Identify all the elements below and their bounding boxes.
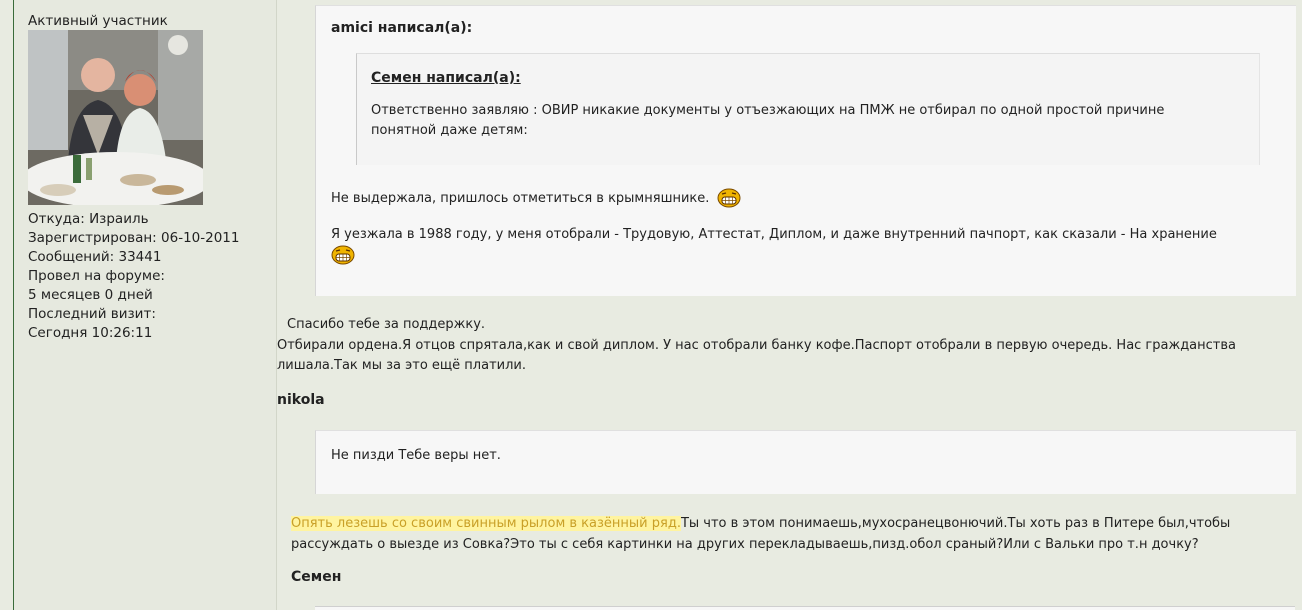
- reply-text: Опять лезешь со своим свинным рылом в ка…: [291, 513, 1291, 555]
- user-rank: Активный участник: [28, 13, 168, 29]
- author-name: nikola: [277, 392, 325, 408]
- user-profile-panel: Активный участник Откуда: Израиль Зареги…: [14, 0, 277, 610]
- quote-author: amici написал(а):: [331, 20, 473, 36]
- forum-page: Активный участник Откуда: Израиль Зареги…: [0, 0, 1302, 610]
- time-on-forum-label: Провел на форуме:: [28, 268, 165, 284]
- reply-text: Спасибо тебе за поддержку. Отбирали орде…: [277, 315, 1299, 377]
- quote-paragraph: Я уезжала в 1988 году, у меня отобрали -…: [331, 225, 1281, 266]
- highlighted-text: Опять лезешь со своим свинным рылом в ка…: [291, 516, 681, 531]
- last-visit-label: Последний визит:: [28, 306, 156, 322]
- nested-quote-block: Семен написал(а): Ответственно заявляю :…: [356, 53, 1260, 165]
- avatar[interactable]: [28, 30, 203, 205]
- quote-block-edge: [315, 606, 1295, 610]
- laughing-smiley-icon: [717, 188, 741, 208]
- time-on-forum-value: 5 месяцев 0 дней: [28, 287, 153, 303]
- nested-quote-text: Ответственно заявляю : ОВИР никакие доку…: [371, 103, 1165, 138]
- user-location: Откуда: Израиль: [28, 211, 149, 227]
- quote-line: Не выдержала, пришлось отметиться в крым…: [331, 188, 741, 208]
- laughing-smiley-icon: [331, 245, 355, 265]
- quote-text: Не пизди Тебе веры нет.: [331, 448, 501, 463]
- quote-line-text: Не выдержала, пришлось отметиться в крым…: [331, 190, 710, 206]
- last-visit-value: Сегодня 10:26:11: [28, 325, 153, 341]
- user-registered: Зарегистрирован: 06-10-2011: [28, 230, 240, 246]
- quote-block: amici написал(а): Семен написал(а): Отве…: [315, 5, 1296, 296]
- nested-quote-author: Семен написал(а):: [371, 70, 521, 86]
- author-name: Семен: [291, 569, 342, 585]
- reply-paragraph: Отбирали ордена.Я отцов спрятала,как и с…: [277, 337, 1236, 374]
- post-content: amici написал(а): Семен написал(а): Отве…: [277, 0, 1302, 610]
- user-messages: Сообщений: 33441: [28, 249, 162, 265]
- user-info: Откуда: Израиль Зарегистрирован: 06-10-2…: [28, 210, 239, 343]
- quote-paragraph-text: Я уезжала в 1988 году, у меня отобрали -…: [331, 227, 1217, 242]
- quote-block: Не пизди Тебе веры нет.: [315, 430, 1296, 494]
- reply-line: Спасибо тебе за поддержку.: [287, 317, 486, 332]
